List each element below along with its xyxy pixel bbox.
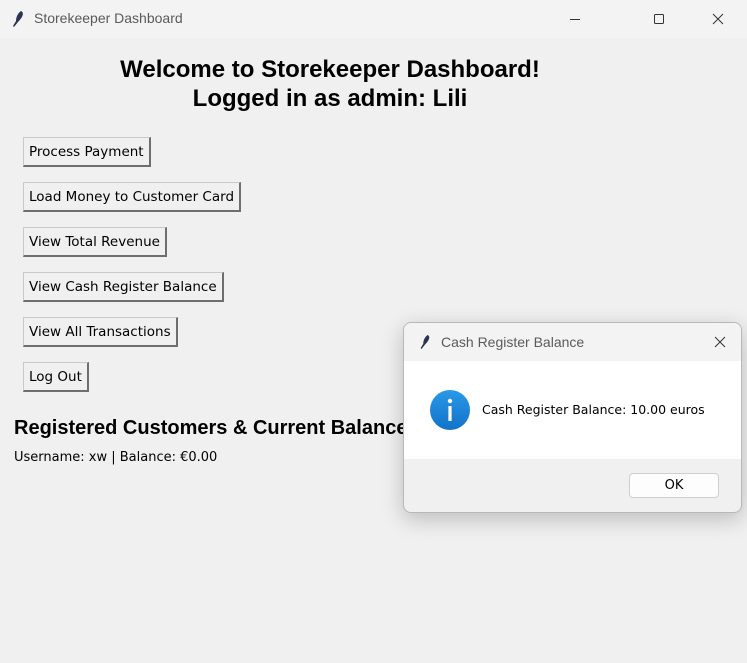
- minimize-button[interactable]: [552, 0, 598, 38]
- dialog-title: Cash Register Balance: [441, 334, 585, 350]
- maximize-button[interactable]: [636, 0, 682, 38]
- customers-section-title: Registered Customers & Current Balance: [14, 417, 408, 439]
- ok-button[interactable]: OK: [629, 473, 719, 498]
- dialog-close-button[interactable]: [700, 323, 740, 361]
- info-icon: [430, 390, 470, 430]
- log-out-button[interactable]: Log Out: [23, 362, 89, 392]
- feather-icon: [13, 11, 23, 27]
- view-cash-register-balance-button[interactable]: View Cash Register Balance: [23, 272, 224, 302]
- minimize-icon: [570, 19, 580, 20]
- dialog-message: Cash Register Balance: 10.00 euros: [482, 402, 705, 417]
- logged-in-text: Logged in as admin: Lili: [192, 85, 468, 112]
- page-title: Welcome to Storekeeper Dashboard! Logged…: [0, 55, 660, 113]
- feather-icon: [420, 335, 430, 349]
- close-icon: [714, 336, 726, 348]
- view-all-transactions-button[interactable]: View All Transactions: [23, 317, 178, 347]
- load-money-button[interactable]: Load Money to Customer Card: [23, 182, 242, 212]
- cash-register-balance-dialog: Cash Register Balance Cash Register Bala…: [403, 322, 742, 513]
- title-bar: Storekeeper Dashboard: [0, 0, 747, 38]
- maximize-icon: [654, 14, 664, 24]
- view-total-revenue-button[interactable]: View Total Revenue: [23, 227, 167, 257]
- dialog-title-bar: Cash Register Balance: [404, 323, 741, 361]
- close-icon: [712, 13, 724, 25]
- dialog-body: Cash Register Balance: 10.00 euros: [404, 361, 741, 459]
- close-button[interactable]: [695, 0, 741, 38]
- welcome-text: Welcome to Storekeeper Dashboard!: [120, 56, 540, 83]
- process-payment-button[interactable]: Process Payment: [23, 137, 151, 167]
- window-title: Storekeeper Dashboard: [34, 10, 183, 26]
- list-item: Username: xw | Balance: €0.00: [14, 450, 218, 465]
